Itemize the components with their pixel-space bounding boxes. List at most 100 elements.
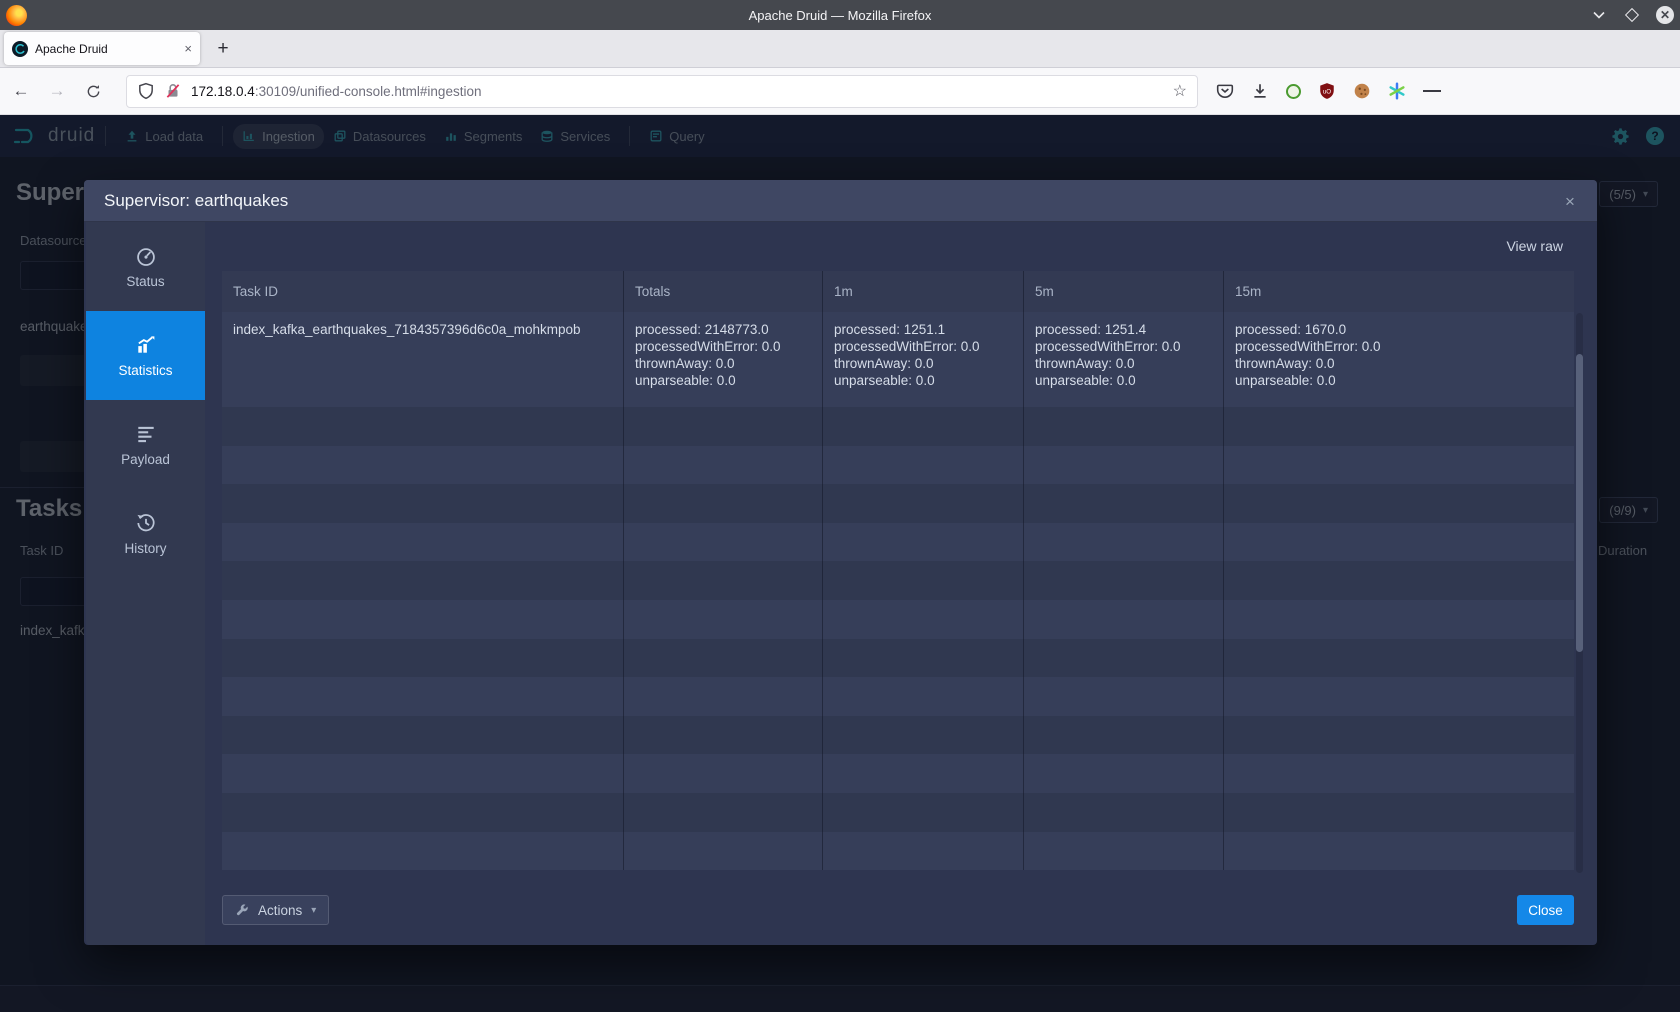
- empty-cell: [623, 793, 822, 832]
- empty-cell: [1023, 484, 1223, 523]
- downloads-icon[interactable]: [1251, 82, 1269, 100]
- url-host: 172.18.0.4: [191, 84, 255, 99]
- dialog-header: Supervisor: earthquakes: [84, 180, 1597, 222]
- empty-cell: [1023, 639, 1223, 678]
- empty-cell: [822, 446, 1023, 485]
- menu-item-payload[interactable]: Payload: [86, 400, 205, 489]
- task-id-cell[interactable]: index_kafka_earthquakes_7184357396d6c0a_…: [222, 312, 623, 407]
- empty-cell: [1023, 793, 1223, 832]
- column-header-5m[interactable]: 5m: [1023, 271, 1223, 312]
- browser-toolbar: ← → 172.18.0.4:30109/unified-console.htm…: [0, 68, 1680, 115]
- scrollbar-thumb[interactable]: [1576, 354, 1583, 652]
- dialog-close-icon[interactable]: ×: [1557, 189, 1583, 215]
- actions-button[interactable]: Actions ▾: [222, 895, 329, 925]
- new-tab-button[interactable]: +: [208, 34, 238, 64]
- empty-cell: [623, 600, 822, 639]
- empty-cell: [222, 407, 623, 446]
- empty-cell: [822, 716, 1023, 755]
- empty-cell: [822, 600, 1023, 639]
- empty-cell: [222, 677, 623, 716]
- menu-icon[interactable]: [1423, 82, 1441, 100]
- close-button[interactable]: Close: [1517, 895, 1574, 925]
- containers-icon[interactable]: [1388, 82, 1406, 100]
- empty-cell: [1223, 677, 1574, 716]
- tab-bar: Apache Druid × +: [0, 30, 1680, 68]
- table-row-empty: [222, 484, 1574, 523]
- table-row-empty: [222, 446, 1574, 485]
- menu-item-label: Payload: [121, 452, 170, 467]
- table-row-empty: [222, 523, 1574, 562]
- empty-cell: [623, 446, 822, 485]
- pocket-icon[interactable]: [1216, 82, 1234, 100]
- empty-cell: [1223, 754, 1574, 793]
- url-bar[interactable]: 172.18.0.4:30109/unified-console.html#in…: [126, 75, 1198, 108]
- column-header-totals[interactable]: Totals: [623, 271, 822, 312]
- table-row-task: index_kafka_earthquakes_7184357396d6c0a_…: [222, 312, 1574, 407]
- menu-item-history[interactable]: History: [86, 489, 205, 578]
- privacy-badger-icon[interactable]: [1286, 84, 1301, 99]
- minimize-icon[interactable]: [1590, 6, 1608, 24]
- window-close-icon[interactable]: ✕: [1656, 6, 1674, 24]
- svg-text:uO: uO: [1323, 88, 1331, 95]
- stats-5m-cell: processed: 1251.4 processedWithError: 0.…: [1023, 312, 1223, 407]
- tab-close-icon[interactable]: ×: [184, 41, 192, 56]
- column-header-task-id[interactable]: Task ID: [222, 271, 623, 312]
- wrench-icon: [235, 903, 249, 917]
- table-row-empty: [222, 407, 1574, 446]
- empty-cell: [1023, 561, 1223, 600]
- reload-icon[interactable]: [78, 76, 108, 106]
- dialog-side-menu: Status Statistics Payload: [86, 222, 205, 945]
- url-text[interactable]: 172.18.0.4:30109/unified-console.html#in…: [191, 84, 1164, 99]
- supervisor-dialog: Supervisor: earthquakes × Status St: [84, 180, 1597, 945]
- empty-cell: [222, 716, 623, 755]
- stats-15m-cell: processed: 1670.0 processedWithError: 0.…: [1223, 312, 1574, 407]
- menu-item-status[interactable]: Status: [86, 222, 205, 311]
- empty-cell: [1023, 407, 1223, 446]
- empty-cell: [1223, 523, 1574, 562]
- ublock-icon[interactable]: uO: [1318, 82, 1336, 100]
- forward-icon[interactable]: →: [42, 76, 72, 106]
- align-left-icon: [135, 423, 157, 445]
- totals-cell: processed: 2148773.0 processedWithError:…: [623, 312, 822, 407]
- view-raw-link[interactable]: View raw: [1506, 238, 1563, 254]
- column-header-15m[interactable]: 15m: [1223, 271, 1574, 312]
- empty-cell: [822, 484, 1023, 523]
- insecure-lock-icon[interactable]: [164, 82, 182, 100]
- empty-cell: [222, 639, 623, 678]
- table-header-row: Task ID Totals 1m 5m 15m: [222, 271, 1574, 312]
- empty-cell: [822, 561, 1023, 600]
- back-icon[interactable]: ←: [6, 76, 36, 106]
- empty-cell: [822, 793, 1023, 832]
- column-header-1m[interactable]: 1m: [822, 271, 1023, 312]
- chart-icon: [135, 334, 157, 356]
- empty-cell: [1023, 716, 1223, 755]
- tab-apache-druid[interactable]: Apache Druid ×: [4, 32, 200, 65]
- browser-titlebar: Apache Druid — Mozilla Firefox ✕: [0, 0, 1680, 30]
- dialog-content: View raw Task ID Totals 1m 5m 15m index_…: [205, 222, 1597, 945]
- actions-button-label: Actions: [258, 903, 302, 918]
- tab-favicon: [12, 41, 28, 57]
- empty-cell: [1023, 600, 1223, 639]
- bookmark-star-icon[interactable]: ☆: [1173, 81, 1187, 101]
- chevron-down-icon: ▾: [311, 905, 316, 916]
- empty-cell: [822, 523, 1023, 562]
- table-row-empty: [222, 832, 1574, 871]
- menu-item-statistics[interactable]: Statistics: [86, 311, 205, 400]
- stats-table: Task ID Totals 1m 5m 15m index_kafka_ear…: [222, 271, 1574, 870]
- empty-cell: [623, 639, 822, 678]
- empty-cell: [1023, 754, 1223, 793]
- menu-item-label: Status: [126, 274, 164, 289]
- empty-cell: [222, 523, 623, 562]
- druid-app: druid Load data Ingestion Datasources: [0, 115, 1680, 1012]
- dashboard-icon: [135, 245, 157, 267]
- shield-icon[interactable]: [137, 82, 155, 100]
- maximize-icon[interactable]: [1623, 6, 1641, 24]
- empty-cell: [822, 677, 1023, 716]
- empty-cell: [1223, 639, 1574, 678]
- empty-cell: [623, 407, 822, 446]
- empty-cell: [222, 561, 623, 600]
- stats-1m-cell: processed: 1251.1 processedWithError: 0.…: [822, 312, 1023, 407]
- empty-cell: [623, 677, 822, 716]
- cookie-icon[interactable]: [1353, 82, 1371, 100]
- empty-cell: [1023, 832, 1223, 871]
